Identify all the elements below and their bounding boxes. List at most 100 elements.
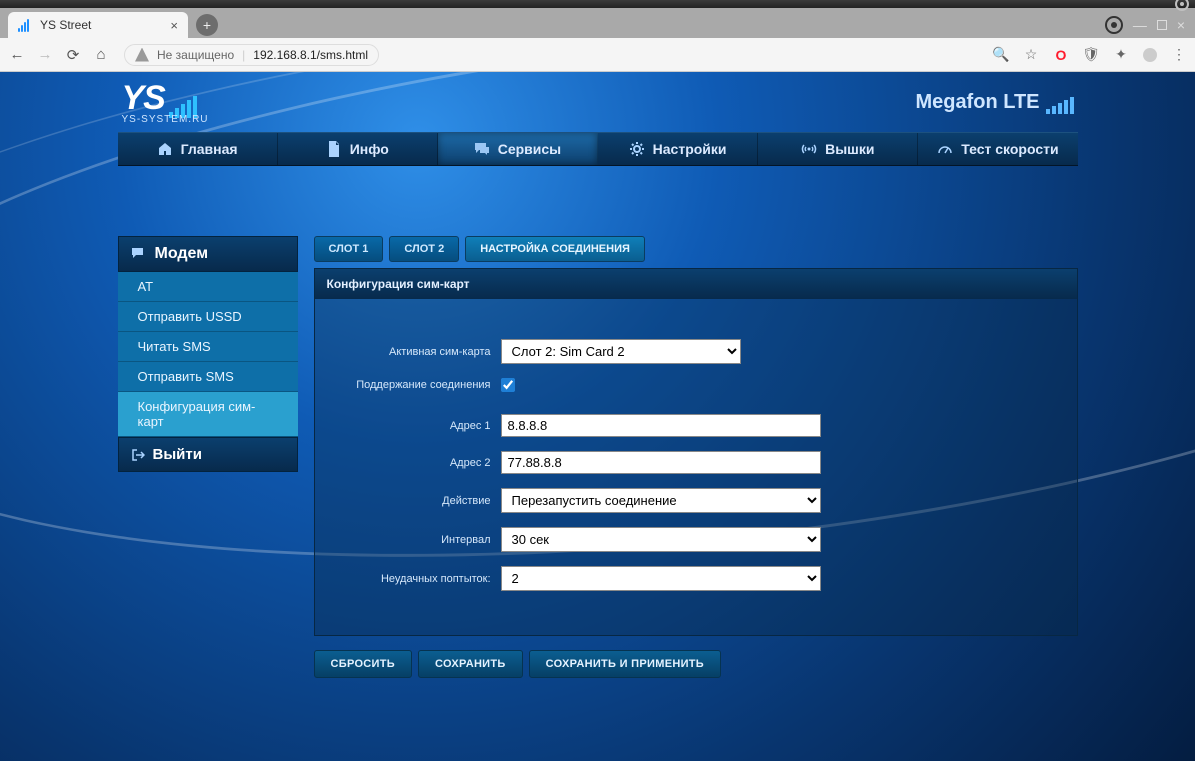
window-minimize-icon[interactable]: — (1133, 17, 1147, 33)
top-nav: Главная Инфо Сервисы Настройки (118, 132, 1078, 166)
nav-label: Главная (181, 141, 238, 157)
checkbox-keep-connection[interactable] (501, 378, 515, 392)
browser-tab[interactable]: YS Street × (8, 12, 188, 38)
forward-icon[interactable]: → (36, 46, 54, 63)
subtab-connection-settings[interactable]: НАСТРОЙКА СОЕДИНЕНИЯ (465, 236, 645, 262)
back-icon[interactable]: ← (8, 46, 26, 63)
sidebar: Модем АТ Отправить USSD Читать SMS Отпра… (118, 236, 298, 472)
sidebar-item-read-sms[interactable]: Читать SMS (118, 332, 298, 362)
nav-towers[interactable]: Вышки (758, 133, 918, 165)
chat-icon (131, 247, 147, 261)
shield-icon[interactable]: 🛡 (1083, 47, 1099, 63)
subtab-slot2[interactable]: СЛОТ 2 (389, 236, 459, 262)
save-button[interactable]: СОХРАНИТЬ (418, 650, 523, 678)
select-interval[interactable]: 30 сек (501, 527, 821, 552)
window-maximize-icon[interactable] (1157, 20, 1167, 30)
label-interval: Интервал (341, 534, 491, 546)
input-address1[interactable] (501, 414, 821, 437)
label-fail-attempts: Неудачных поптыток: (341, 573, 491, 585)
sidebar-item-label: Отправить USSD (138, 309, 242, 324)
os-titlebar (0, 0, 1195, 8)
address-bar: ← → ⟳ ⌂ Не защищено | 192.168.8.1/sms.ht… (0, 38, 1195, 72)
label-address1: Адрес 1 (341, 420, 491, 432)
url-text: 192.168.8.1/sms.html (253, 48, 368, 62)
nav-speedtest[interactable]: Тест скорости (918, 133, 1077, 165)
signal-icon (1046, 97, 1074, 114)
nav-label: Вышки (825, 141, 874, 157)
home-icon[interactable]: ⌂ (92, 46, 110, 63)
sidebar-item-send-sms[interactable]: Отправить SMS (118, 362, 298, 392)
nav-home[interactable]: Главная (118, 133, 278, 165)
opera-o-icon[interactable]: O (1053, 47, 1069, 63)
bookmark-icon[interactable]: ☆ (1023, 47, 1039, 63)
extensions-icon[interactable]: ✦ (1113, 47, 1129, 63)
action-buttons: СБРОСИТЬ СОХРАНИТЬ СОХРАНИТЬ И ПРИМЕНИТЬ (314, 650, 1078, 678)
tab-strip: YS Street × + — × (0, 8, 1195, 38)
select-action[interactable]: Перезапустить соединение (501, 488, 821, 513)
security-label: Не защищено (157, 48, 234, 62)
label-keep-connection: Поддержание соединения (341, 379, 491, 391)
sidebar-exit-label: Выйти (153, 446, 202, 463)
nav-label: Тест скорости (961, 141, 1058, 157)
select-fail-attempts[interactable]: 2 (501, 566, 821, 591)
reload-icon[interactable]: ⟳ (64, 46, 82, 64)
panel-title: Конфигурация сим-карт (315, 269, 1077, 299)
page-header: YS YS-SYSTEM.RU Megafon LTE (118, 72, 1078, 132)
antenna-icon (801, 141, 817, 157)
config-panel: Конфигурация сим-карт Активная сим-карта… (314, 268, 1078, 636)
subtab-label: СЛОТ 1 (329, 243, 369, 255)
label-action: Действие (341, 495, 491, 507)
button-label: СОХРАНИТЬ И ПРИМЕНИТЬ (546, 658, 704, 670)
browser-chrome: YS Street × + — × ← → ⟳ ⌂ Не защищено | … (0, 8, 1195, 72)
nav-services[interactable]: Сервисы (438, 133, 598, 165)
nav-info[interactable]: Инфо (278, 133, 438, 165)
sidebar-header-modem[interactable]: Модем (118, 236, 298, 272)
carrier-label: Megafon LTE (915, 91, 1039, 114)
insecure-warning-icon (135, 48, 149, 62)
profile-icon[interactable] (1143, 48, 1157, 62)
gear-icon (629, 141, 645, 157)
nav-settings[interactable]: Настройки (598, 133, 758, 165)
sidebar-header-label: Модем (155, 245, 209, 263)
subtab-slot1[interactable]: СЛОТ 1 (314, 236, 384, 262)
subtab-label: НАСТРОЙКА СОЕДИНЕНИЯ (480, 243, 630, 255)
select-active-sim[interactable]: Слот 2: Sim Card 2 (501, 339, 741, 364)
reset-button[interactable]: СБРОСИТЬ (314, 650, 412, 678)
search-in-page-icon[interactable]: 🔍 (993, 47, 1009, 63)
carrier-status: Megafon LTE (915, 91, 1073, 114)
button-label: СБРОСИТЬ (331, 658, 395, 670)
logo-text: YS (122, 79, 165, 118)
input-address2[interactable] (501, 451, 821, 474)
nav-label: Настройки (653, 141, 727, 157)
sub-tabs: СЛОТ 1 СЛОТ 2 НАСТРОЙКА СОЕДИНЕНИЯ (314, 236, 1078, 262)
document-icon (326, 141, 342, 157)
nav-label: Сервисы (498, 141, 561, 157)
sidebar-item-label: Конфигурация сим-карт (138, 399, 256, 429)
chat-icon (474, 141, 490, 157)
save-apply-button[interactable]: СОХРАНИТЬ И ПРИМЕНИТЬ (529, 650, 721, 678)
page-viewport: YS YS-SYSTEM.RU Megafon LTE Главная (0, 72, 1195, 761)
logo: YS YS-SYSTEM.RU (122, 79, 209, 125)
new-tab-button[interactable]: + (196, 14, 218, 36)
logo-subtext: YS-SYSTEM.RU (122, 114, 209, 125)
home-icon (157, 141, 173, 157)
button-label: СОХРАНИТЬ (435, 658, 506, 670)
label-active-sim: Активная сим-карта (341, 346, 491, 358)
main-column: СЛОТ 1 СЛОТ 2 НАСТРОЙКА СОЕДИНЕНИЯ Конфи… (314, 236, 1078, 678)
label-address2: Адрес 2 (341, 457, 491, 469)
window-target-icon[interactable] (1105, 16, 1123, 34)
url-field[interactable]: Не защищено | 192.168.8.1/sms.html (124, 44, 379, 66)
gauge-icon (937, 141, 953, 157)
exit-icon (131, 448, 145, 462)
sidebar-item-at[interactable]: АТ (118, 272, 298, 302)
sidebar-item-label: Отправить SMS (138, 369, 234, 384)
sidebar-item-ussd[interactable]: Отправить USSD (118, 302, 298, 332)
sidebar-exit[interactable]: Выйти (118, 437, 298, 472)
sidebar-item-label: Читать SMS (138, 339, 211, 354)
tab-close-icon[interactable]: × (170, 18, 178, 33)
sidebar-item-sim-config[interactable]: Конфигурация сим-карт (118, 392, 298, 437)
window-close-icon[interactable]: × (1177, 17, 1185, 33)
favicon-signal-icon (18, 18, 32, 32)
menu-icon[interactable]: ⋮ (1171, 47, 1187, 63)
subtab-label: СЛОТ 2 (404, 243, 444, 255)
